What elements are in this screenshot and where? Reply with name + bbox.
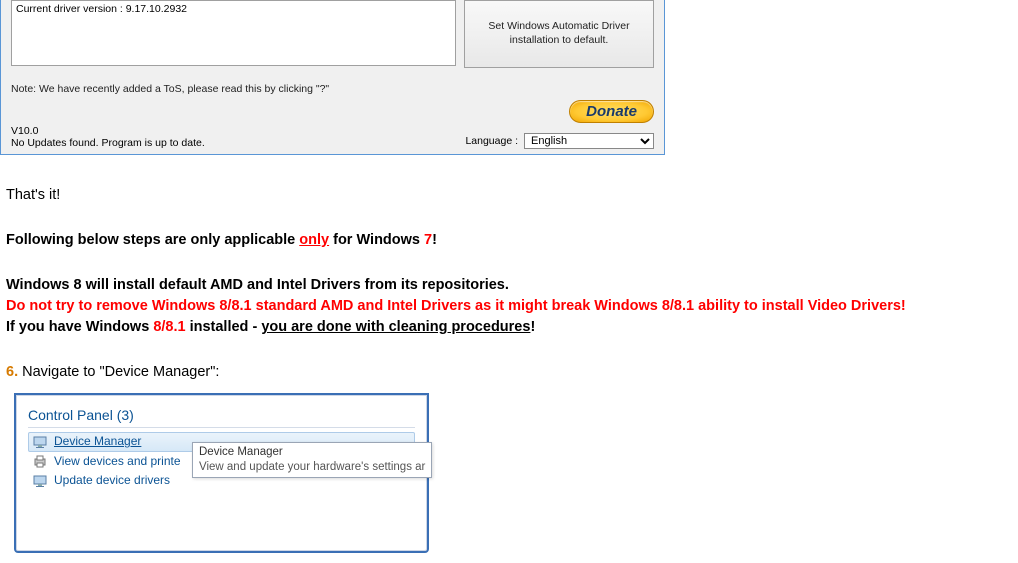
- donate-button[interactable]: Donate: [569, 100, 654, 123]
- done-procedures: you are done with cleaning procedures: [261, 319, 530, 335]
- article-body: That's it! Following below steps are onl…: [0, 155, 1018, 563]
- driver-tool-window: Current driver version : 9.17.10.2932 Se…: [0, 0, 665, 155]
- tos-note: Note: We have recently added a ToS, plea…: [11, 83, 654, 95]
- t: installed -: [186, 319, 262, 335]
- control-panel-window: Control Panel (3) Device Manager View de…: [14, 393, 429, 552]
- donate-label: Donate: [586, 103, 637, 120]
- log-textbox[interactable]: Current driver version : 9.17.10.2932: [11, 0, 456, 66]
- language-label: Language :: [465, 135, 518, 147]
- win8-repo-line: Windows 8 will install default AMD and I…: [6, 275, 1012, 296]
- language-select[interactable]: English: [524, 133, 654, 149]
- win7-word: 7: [424, 232, 432, 248]
- t: 8/8.1: [153, 319, 185, 335]
- donate-row: Donate: [11, 100, 654, 123]
- monitor-icon: [32, 473, 48, 489]
- done-line: If you have Windows 8/8.1 installed - yo…: [6, 317, 1012, 338]
- applicable-line: Following below steps are only applicabl…: [6, 230, 1012, 251]
- t: If you have Windows: [6, 319, 153, 335]
- t: for Windows: [329, 232, 424, 248]
- t: !: [432, 232, 437, 248]
- printer-icon: [32, 453, 48, 469]
- language-picker: Language : English: [465, 133, 654, 149]
- top-row: Current driver version : 9.17.10.2932 Se…: [11, 0, 654, 68]
- status-left: V10.0 No Updates found. Program is up to…: [11, 125, 465, 149]
- thats-it-text: That's it!: [6, 185, 1012, 206]
- tooltip-title: Device Manager: [199, 445, 425, 460]
- only-word: only: [299, 232, 329, 248]
- log-line: Current driver version : 9.17.10.2932: [16, 3, 187, 15]
- version-text: V10.0: [11, 125, 465, 137]
- t: Following below steps are only applicabl…: [6, 232, 299, 248]
- t: !: [530, 319, 535, 335]
- set-default-label: Set Windows Automatic Driver installatio…: [483, 20, 635, 47]
- step-text: Navigate to "Device Manager":: [18, 364, 219, 380]
- cp-label: Update device drivers: [54, 472, 170, 489]
- cp-label: View devices and printe: [54, 453, 181, 470]
- warning-line: Do not try to remove Windows 8/8.1 stand…: [6, 296, 1012, 317]
- set-default-button[interactable]: Set Windows Automatic Driver installatio…: [464, 0, 654, 68]
- tooltip-desc: View and update your hardware's settings…: [199, 460, 425, 475]
- status-row: V10.0 No Updates found. Program is up to…: [11, 125, 654, 149]
- step-number: 6.: [6, 364, 18, 380]
- tooltip: Device Manager View and update your hard…: [192, 442, 432, 478]
- cp-header: Control Panel (3): [28, 405, 415, 428]
- update-status-text: No Updates found. Program is up to date.: [11, 137, 465, 149]
- step-6-line: 6. Navigate to "Device Manager":: [6, 362, 1012, 383]
- monitor-icon: [32, 434, 48, 450]
- cp-label: Device Manager: [54, 433, 141, 450]
